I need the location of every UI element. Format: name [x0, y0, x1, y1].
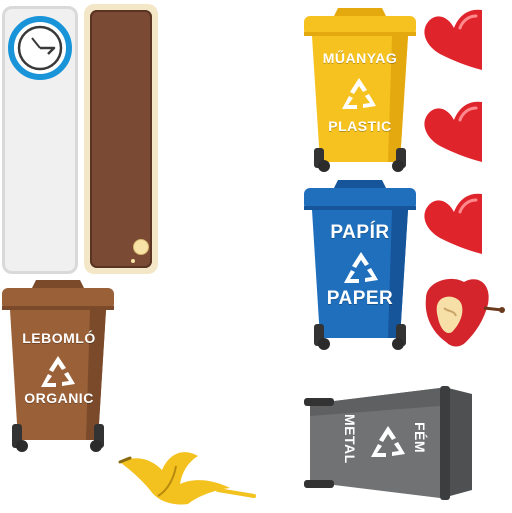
heart-icon [418, 94, 490, 166]
apple-core-icon[interactable] [416, 270, 506, 357]
metal-label-hu: FÉM [412, 422, 428, 454]
paper-bin[interactable]: PAPÍR PAPER [300, 178, 420, 352]
heart-icon [418, 186, 490, 258]
organic-bin[interactable]: LEBOMLÓ ORGANIC [0, 278, 118, 454]
recycle-icon [38, 354, 78, 395]
clock-icon [8, 16, 72, 80]
plastic-label-en: PLASTIC [328, 118, 392, 134]
paper-label-en: PAPER [326, 288, 394, 309]
plastic-label-hu: MŰANYAG [322, 50, 398, 66]
recycle-icon [339, 76, 379, 117]
recycle-icon [368, 424, 408, 465]
organic-label-en: ORGANIC [24, 390, 94, 406]
metal-label-en: METAL [342, 414, 358, 464]
progress-bar [90, 10, 152, 268]
banana-peel-icon[interactable] [118, 446, 258, 513]
heart-icon [418, 2, 490, 74]
paper-label-hu: PAPÍR [330, 222, 390, 243]
plastic-bin[interactable]: MŰANYAG PLASTIC [300, 2, 420, 174]
progress-dot [131, 259, 135, 263]
recycle-icon [341, 250, 381, 291]
organic-label-hu: LEBOMLÓ [22, 330, 96, 346]
metal-bin[interactable]: FÉM METAL [300, 384, 490, 502]
progress-marker-icon [133, 239, 149, 255]
